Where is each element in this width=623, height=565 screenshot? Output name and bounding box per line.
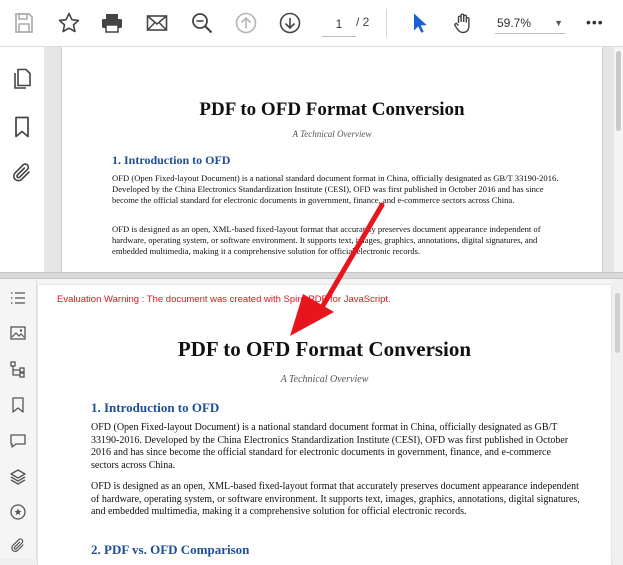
section-heading: 2. PDF vs. OFD Comparison [91,542,250,557]
toolbar: / 2 59.7% ▼ ••• [0,0,623,47]
section-heading: 1. Introduction to OFD [112,153,231,167]
scrollbar-thumb[interactable] [615,293,620,353]
document-canvas: PDF to OFD Format Conversion A Technical… [44,47,614,272]
bookmark-icon[interactable] [10,115,34,139]
image-icon[interactable] [9,324,27,342]
next-page-icon[interactable] [276,9,304,37]
section-heading: 1. Introduction to OFD [91,400,220,415]
star-icon[interactable] [55,9,83,37]
document-title: PDF to OFD Format Conversion [177,337,472,361]
left-sidebar [0,47,44,272]
zoom-select[interactable]: 59.7% ▼ [495,12,565,34]
page-number-input[interactable] [322,12,356,37]
page-thumbnails-icon[interactable] [10,67,34,91]
signature-seal-icon[interactable] [9,503,27,521]
more-options-icon[interactable]: ••• [586,14,604,30]
attachment-icon[interactable] [10,161,34,185]
outline-list-icon[interactable] [9,289,27,307]
vertical-scrollbar[interactable] [614,47,623,272]
ofd-page: Evaluation Warning : The document was cr… [38,285,611,565]
hand-tool-icon[interactable] [449,9,477,37]
document-title: PDF to OFD Format Conversion [199,99,465,120]
paragraph: OFD (Open Fixed-layout Document) is a na… [91,422,569,471]
paragraph: OFD is designed as an open, XML-based fi… [112,224,541,256]
document-subtitle: A Technical Overview [292,129,372,139]
paragraph: OFD (Open Fixed-layout Document) is a na… [112,173,559,205]
print-icon[interactable] [98,9,126,37]
previous-page-icon[interactable] [232,9,260,37]
document-subtitle: A Technical Overview [280,374,369,385]
page-total: / 2 [356,15,370,29]
chevron-down-icon: ▼ [554,17,563,28]
bookmark-icon[interactable] [9,396,27,414]
structure-tree-icon[interactable] [9,360,27,378]
select-cursor-icon[interactable] [406,9,434,37]
attachment-icon[interactable] [9,537,27,555]
paragraph: OFD is designed as an open, XML-based fi… [91,481,580,517]
window-divider [0,272,623,279]
left-sidebar [0,279,37,558]
zoom-level: 59.7% [497,15,532,30]
pdf-viewer-top: / 2 59.7% ▼ ••• PDF to OFD Format Conver… [0,0,623,272]
toolbar-separator [386,9,387,37]
comment-icon[interactable] [9,432,27,450]
pdf-page: PDF to OFD Format Conversion A Technical… [62,47,602,272]
layers-icon[interactable] [9,468,27,486]
vertical-scrollbar[interactable] [612,279,623,558]
evaluation-warning: Evaluation Warning : The document was cr… [57,294,391,305]
ofd-viewer-bottom: Evaluation Warning : The document was cr… [0,279,623,565]
zoom-out-icon[interactable] [188,9,216,37]
save-icon[interactable] [10,9,38,37]
mail-icon[interactable] [143,9,171,37]
scrollbar-thumb[interactable] [616,51,621,131]
